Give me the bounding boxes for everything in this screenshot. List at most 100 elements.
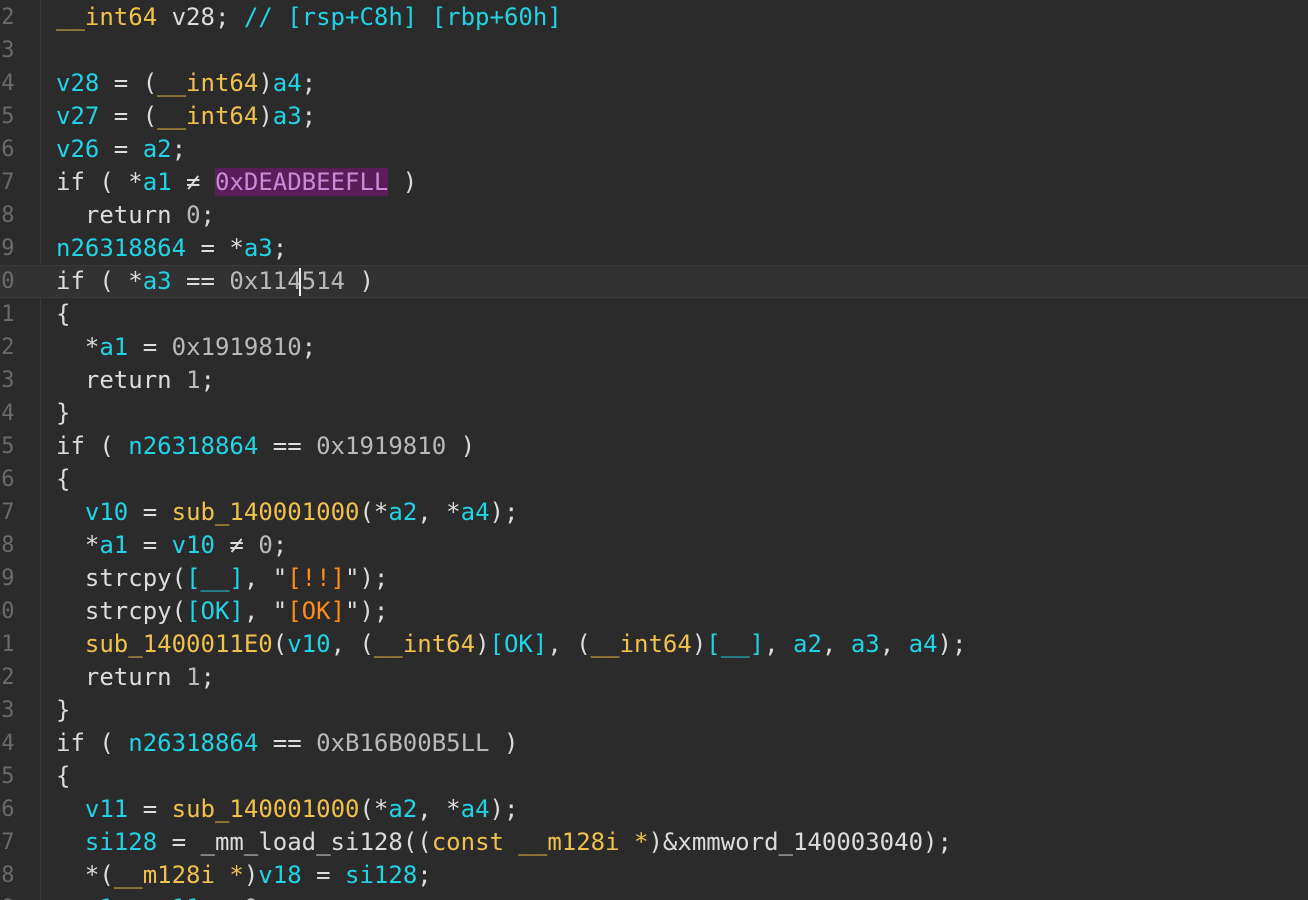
code-token: ; <box>301 333 317 361</box>
code-text: strcpy([OK], "[OK]"); <box>56 595 388 628</box>
line-number: 45 <box>0 764 15 789</box>
line-number: 24 <box>0 71 15 96</box>
code-line[interactable]: 36 { <box>0 463 1308 496</box>
code-line-current[interactable]: 30 if ( *a3 == 0x114514 ) <box>0 265 1308 298</box>
code-token: } <box>56 696 71 724</box>
code-line[interactable]: 33 return 1; <box>0 364 1308 397</box>
code-token: ( <box>171 597 187 625</box>
code-line[interactable]: 35 if ( n26318864 == 0x1919810 ) <box>0 430 1308 463</box>
code-token: , " <box>243 597 288 625</box>
code-text: v27 = (__int64)a3; <box>56 100 316 133</box>
code-line[interactable]: 29 n26318864 = *a3; <box>0 232 1308 265</box>
code-token: a3 <box>243 234 273 262</box>
code-line[interactable]: 38 *a1 = v10 ≠ 0; <box>0 529 1308 562</box>
pseudocode-editor[interactable]: 22 __int64 v28; // [rsp+C8h] [rbp+60h] 23 2… <box>0 0 1308 900</box>
code-token: "); <box>345 564 389 592</box>
code-line[interactable]: 27 if ( *a1 ≠ 0xDEADBEEFLL ) <box>0 166 1308 199</box>
code-token: * <box>56 531 100 559</box>
code-token: ; <box>301 102 317 130</box>
code-token: ; <box>200 663 215 691</box>
code-line[interactable]: 23 <box>0 34 1308 67</box>
code-text: *a1 = 0x1919810; <box>56 331 316 364</box>
line-number: 29 <box>0 236 15 261</box>
code-token: v10 <box>287 630 331 658</box>
code-token: a4 <box>460 795 490 823</box>
code-line[interactable]: 25 v27 = (__int64)a3; <box>0 100 1308 133</box>
code-token: ); <box>923 828 952 856</box>
code-token: v11 <box>157 894 200 900</box>
code-line[interactable]: 26 v26 = a2; <box>0 133 1308 166</box>
code-token: ( <box>84 432 129 460</box>
code-text: si128 = _mm_load_si128((const __m128i *)… <box>56 826 952 859</box>
code-token: [OK] <box>186 597 244 625</box>
code-line[interactable]: 46 v11 = sub_140001000(*a2, *a4); <box>0 793 1308 826</box>
code-token: if <box>56 432 85 460</box>
code-text: return 0; <box>56 199 215 232</box>
code-token: 0xDEADBEEFLL <box>214 168 389 196</box>
code-text: } <box>56 694 70 727</box>
code-token: a4 <box>272 69 302 97</box>
line-number: 46 <box>0 797 15 822</box>
code-line[interactable]: 42 return 1; <box>0 661 1308 694</box>
code-text: { <box>56 298 70 331</box>
code-text: } <box>56 397 70 430</box>
code-token: ( <box>272 630 288 658</box>
code-line[interactable]: 24 v28 = (__int64)a4; <box>0 67 1308 100</box>
code-token: , <box>821 630 851 658</box>
code-line[interactable]: 32 *a1 = 0x1919810; <box>0 331 1308 364</box>
code-line[interactable]: 31 { <box>0 298 1308 331</box>
code-token: = <box>128 531 172 559</box>
code-token: * <box>56 333 100 361</box>
code-line[interactable]: 41 sub_1400011E0(v10, (__int64)[OK], (__… <box>0 628 1308 661</box>
code-token: strcpy <box>84 597 172 625</box>
code-token: a1 <box>142 168 172 196</box>
code-token: a2 <box>793 630 822 658</box>
code-line[interactable]: 43} <box>0 694 1308 727</box>
code-line[interactable]: 48 *(__m128i *)v18 = si128; <box>0 859 1308 892</box>
code-token: , ( <box>330 630 374 658</box>
code-line[interactable]: 28 return 0; <box>0 199 1308 232</box>
code-token: ; <box>171 135 187 163</box>
code-text: v26 = a2; <box>56 133 186 166</box>
code-token: a3 <box>272 102 302 130</box>
code-line[interactable]: 34} <box>0 397 1308 430</box>
code-line[interactable]: 39 strcpy([__], "[!!]"); <box>0 562 1308 595</box>
code-token: 0x114514 <box>229 267 345 295</box>
code-line[interactable]: 40 strcpy([OK], "[OK]"); <box>0 595 1308 628</box>
code-token: )& <box>648 828 678 856</box>
code-token: [__] <box>186 564 244 592</box>
code-token: [!!] <box>287 564 346 592</box>
code-text: *(__m128i *)v18 = si128; <box>56 859 432 892</box>
code-text: if ( n26318864 == 0xB16B00B5LL ) <box>56 727 518 760</box>
code-token: a2 <box>388 498 418 526</box>
code-text: *a1 = v10 ≠ 0; <box>56 529 287 562</box>
code-token: ( * <box>84 168 143 196</box>
code-text: if ( *a1 ≠ 0xDEADBEEFLL ) <box>56 166 417 199</box>
code-line[interactable]: 45 { <box>0 760 1308 793</box>
code-line[interactable]: 37 v10 = sub_140001000(*a2, *a4); <box>0 496 1308 529</box>
code-token: = ( <box>99 102 158 130</box>
code-token: __int64 <box>157 69 259 97</box>
line-number: 33 <box>0 368 15 393</box>
code-text: strcpy([__], "[!!]"); <box>56 562 388 595</box>
code-token: ( * <box>84 267 143 295</box>
code-line[interactable]: 22 __int64 v28; // [rsp+C8h] [rbp+60h] <box>0 1 1308 34</box>
code-line[interactable]: 47 si128 = _mm_load_si128((const __m128i… <box>0 826 1308 859</box>
code-line[interactable]: 49 v1 = v11 ≠ 0; <box>0 892 1308 900</box>
line-number: 28 <box>0 203 15 228</box>
code-token: = <box>99 135 143 163</box>
code-token: , " <box>243 564 288 592</box>
code-token: ) <box>446 432 476 460</box>
code-line[interactable]: 44 if ( n26318864 == 0xB16B00B5LL ) <box>0 727 1308 760</box>
code-token: sub_140001000 <box>171 795 360 823</box>
line-number: 37 <box>0 500 15 525</box>
line-number: 39 <box>0 566 15 591</box>
code-token: si128 <box>84 828 158 856</box>
code-text: { <box>56 463 70 496</box>
